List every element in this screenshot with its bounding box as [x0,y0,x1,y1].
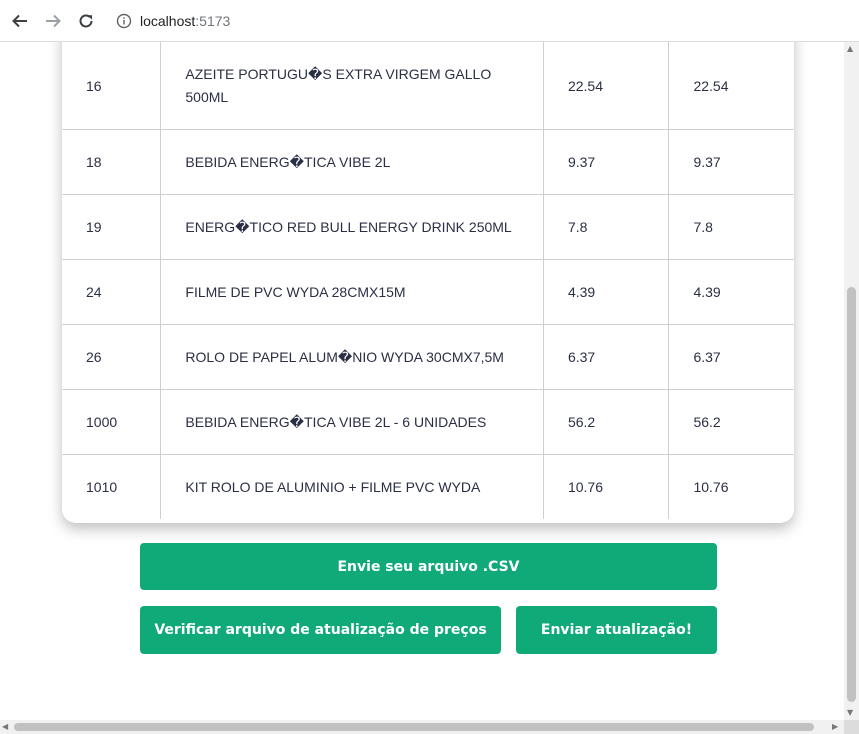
horizontal-scrollbar[interactable]: ◀ ▶ [0,720,844,734]
new-price-cell: 6.37 [668,324,794,390]
new-price-cell: 4.39 [668,259,794,325]
table-row: 24 FILME DE PVC WYDA 28CMX15M 4.39 4.39 [62,259,794,325]
reload-button[interactable] [75,10,97,32]
current-price-cell: 4.39 [542,259,670,325]
vertical-scroll-thumb[interactable] [847,287,856,702]
product-code-cell: 16 [62,42,162,130]
table-row: 26 ROLO DE PAPEL ALUM�NIO WYDA 30CMX7,5M 6… [62,324,794,390]
reload-icon [79,14,93,28]
scroll-right-arrow-icon[interactable]: ▶ [832,722,838,731]
upload-csv-button[interactable]: Envie seu arquivo .CSV [140,543,717,590]
vertical-scrollbar[interactable]: ▲ ▼ [844,42,859,720]
product-code-cell: 24 [62,259,162,325]
product-name-cell: AZEITE PORTUGU�S EXTRA VIRGEM GALLO 500M… [160,42,544,130]
scroll-up-arrow-icon[interactable]: ▲ [847,44,853,53]
url-text: localhost:5173 [140,13,230,29]
table-row: 1010 KIT ROLO DE ALUMINIO + FILME PVC WYD… [62,454,794,519]
new-price-cell: 7.8 [668,194,794,260]
product-code-cell: 1000 [62,389,162,455]
current-price-cell: 6.37 [542,324,670,390]
back-arrow-icon [12,14,27,28]
back-button[interactable] [9,10,31,32]
table-row: 16 AZEITE PORTUGU�S EXTRA VIRGEM GALLO 50… [62,42,794,130]
table-row: 1000 BEBIDA ENERG�TICA VIBE 2L - 6 UNIDAD… [62,389,794,455]
current-price-cell: 7.8 [542,194,670,260]
product-name-cell: BEBIDA ENERG�TICA VIBE 2L [160,129,544,195]
new-price-cell: 56.2 [668,389,794,455]
product-code-cell: 19 [62,194,162,260]
forward-button[interactable] [42,10,64,32]
new-price-cell: 9.37 [668,129,794,195]
product-name-cell: ROLO DE PAPEL ALUM�NIO WYDA 30CMX7,5M [160,324,544,390]
new-price-cell: 22.54 [668,42,794,130]
address-bar[interactable]: localhost:5173 [108,6,859,36]
horizontal-scroll-thumb[interactable] [14,723,814,731]
products-card: 16 AZEITE PORTUGU�S EXTRA VIRGEM GALLO 50… [62,42,794,523]
product-name-cell: KIT ROLO DE ALUMINIO + FILME PVC WYDA [160,454,544,519]
table-row: 18 BEBIDA ENERG�TICA VIBE 2L 9.37 9.37 [62,129,794,195]
forward-arrow-icon [46,14,61,28]
browser-toolbar: localhost:5173 [0,0,859,42]
current-price-cell: 22.54 [542,42,670,130]
products-table: 16 AZEITE PORTUGU�S EXTRA VIRGEM GALLO 50… [62,42,794,519]
url-port: :5173 [195,13,231,29]
current-price-cell: 10.76 [542,454,670,519]
scroll-left-arrow-icon[interactable]: ◀ [2,722,8,731]
product-name-cell: FILME DE PVC WYDA 28CMX15M [160,259,544,325]
product-name-cell: BEBIDA ENERG�TICA VIBE 2L - 6 UNIDADES [160,389,544,455]
product-code-cell: 26 [62,324,162,390]
product-code-cell: 18 [62,129,162,195]
new-price-cell: 10.76 [668,454,794,519]
page-content: 16 AZEITE PORTUGU�S EXTRA VIRGEM GALLO 50… [0,42,844,720]
scrollbar-corner [844,720,859,734]
product-name-cell: ENERG�TICO RED BULL ENERGY DRINK 250ML [160,194,544,260]
info-icon[interactable] [116,13,132,29]
product-code-cell: 1010 [62,454,162,519]
current-price-cell: 56.2 [542,389,670,455]
validate-file-button[interactable]: Verificar arquivo de atualização de preç… [140,606,501,654]
current-price-cell: 9.37 [542,129,670,195]
scroll-down-arrow-icon[interactable]: ▼ [847,708,853,717]
submit-update-button[interactable]: Enviar atualização! [516,606,717,654]
table-row: 19 ENERG�TICO RED BULL ENERGY DRINK 250ML… [62,194,794,260]
url-host: localhost [140,13,196,29]
